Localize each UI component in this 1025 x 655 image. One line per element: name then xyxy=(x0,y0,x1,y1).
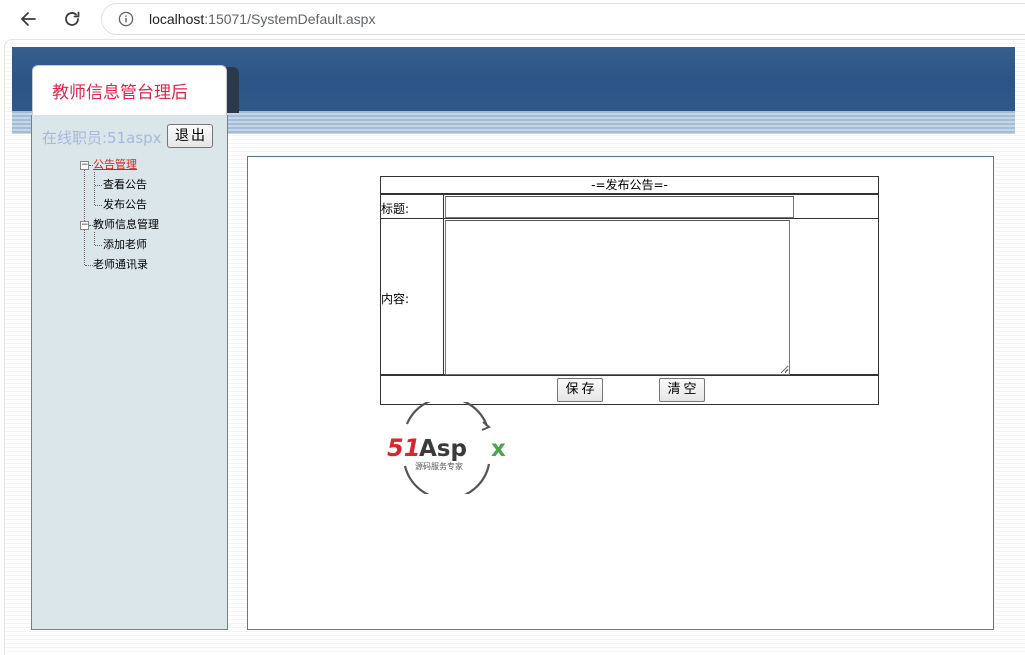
button-row xyxy=(380,376,879,405)
online-user-text: 在线职员:51aspx xyxy=(42,129,162,147)
tree-connector xyxy=(85,265,93,266)
back-button[interactable] xyxy=(13,4,43,34)
label-divider xyxy=(443,195,444,376)
tree-connector xyxy=(95,245,102,246)
address-bar[interactable]: localhost:15071/SystemDefault.aspx xyxy=(101,3,1025,35)
browser-toolbar: localhost:15071/SystemDefault.aspx xyxy=(0,0,1025,38)
logo-text-x: x xyxy=(491,436,506,462)
tree-item-notice-management[interactable]: 公告管理 xyxy=(93,158,137,172)
tree-item-view-notice[interactable]: 查看公告 xyxy=(103,178,147,192)
collapse-toggle-icon[interactable]: − xyxy=(80,161,89,170)
title-label: 标题: xyxy=(381,202,410,216)
tree-item-add-teacher[interactable]: 添加老师 xyxy=(103,238,147,252)
save-button[interactable]: 保存 xyxy=(557,378,603,402)
logo-text-asp: Asp xyxy=(419,436,467,462)
collapse-toggle-icon[interactable]: − xyxy=(80,221,89,230)
site-info-icon[interactable] xyxy=(118,11,134,27)
content-label: 内容: xyxy=(381,292,410,306)
url-host: localhost xyxy=(149,11,205,27)
tree-item-publish-notice[interactable]: 发布公告 xyxy=(103,198,147,212)
title-input[interactable] xyxy=(445,196,794,218)
tree-connector xyxy=(84,170,85,265)
logout-button[interactable]: 退出 xyxy=(167,124,213,148)
resize-grip-icon[interactable] xyxy=(780,364,789,373)
reload-icon xyxy=(65,11,80,26)
system-title: 教师信息管台理后 xyxy=(52,83,188,103)
url-path: :15071/SystemDefault.aspx xyxy=(204,11,376,27)
clear-button[interactable]: 清空 xyxy=(659,378,705,402)
logo-text-51: 51 xyxy=(387,434,420,462)
reload-button[interactable] xyxy=(57,4,87,34)
tree-item-teacher-management[interactable]: 教师信息管理 xyxy=(93,218,159,232)
tree-connector xyxy=(95,185,102,186)
logo-tagline: 源码服务专家 xyxy=(415,461,463,471)
sidebar xyxy=(31,115,228,630)
arrow-left-icon xyxy=(21,12,36,26)
51aspx-logo: 51 Asp x 源码服务专家 xyxy=(387,402,506,494)
tree-connector xyxy=(94,232,95,245)
content-textarea[interactable] xyxy=(445,220,790,375)
form-heading: -=发布公告=- xyxy=(380,176,879,195)
tree-connector xyxy=(94,172,95,205)
url-text: localhost:15071/SystemDefault.aspx xyxy=(149,11,375,27)
tree-connector xyxy=(95,205,102,206)
tree-item-teacher-contacts[interactable]: 老师通讯录 xyxy=(93,258,148,272)
